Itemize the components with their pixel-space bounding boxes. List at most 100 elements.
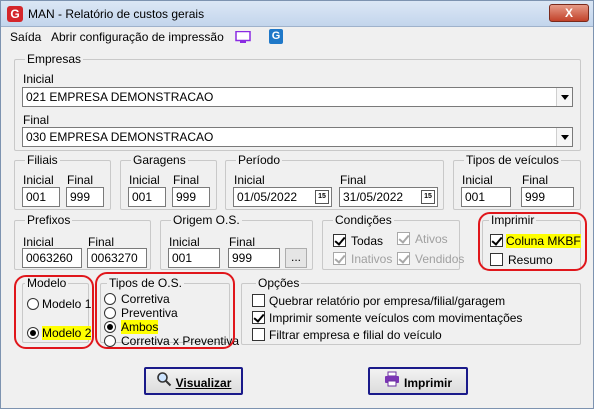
tipos-veiculos-inicial-label: Inicial xyxy=(462,173,493,187)
periodo-final-value: 31/05/2022 xyxy=(343,190,404,204)
prefixos-group: Prefixos Inicial Final 0063260 0063270 xyxy=(14,213,151,270)
inativos-label: Inativos xyxy=(351,252,393,266)
origem-lookup-button[interactable]: ... xyxy=(285,248,307,268)
modelo-legend: Modelo xyxy=(25,276,69,290)
empresas-legend: Empresas xyxy=(25,52,84,66)
periodo-inicial-label: Inicial xyxy=(234,173,265,187)
modelo2-label: Modelo 2 xyxy=(42,326,92,340)
vendidos-label: Vendidos xyxy=(415,252,465,266)
calendar-icon[interactable]: 15 xyxy=(315,190,329,204)
empresa-final-value: 030 EMPRESA DEMONSTRACAO xyxy=(26,130,214,144)
tipo-veiculo-final-input[interactable]: 999 xyxy=(521,187,574,207)
todas-checkbox[interactable] xyxy=(333,234,346,247)
periodo-inicial-value: 01/05/2022 xyxy=(237,190,298,204)
modelo-group: Modelo Modelo 1 Modelo 2 xyxy=(22,276,92,343)
resumo-checkbox[interactable] xyxy=(490,253,503,266)
close-button[interactable]: X xyxy=(549,4,589,22)
imprimir-label: Imprimir xyxy=(403,375,452,390)
todas-label: Todas xyxy=(351,234,384,248)
condicoes-legend: Condições xyxy=(333,213,394,227)
garagens-inicial-label: Inicial xyxy=(129,173,160,187)
origem-final-label: Final xyxy=(229,235,256,249)
menu-abrir-configuracao[interactable]: Abrir configuração de impressão xyxy=(51,30,224,44)
chevron-down-icon[interactable] xyxy=(556,128,572,146)
ativos-label: Ativos xyxy=(415,232,448,246)
visualizar-label: Visualizar xyxy=(175,375,232,390)
filiais-group: Filiais Inicial Final 001 999 xyxy=(14,153,111,210)
empresas-final-label: Final xyxy=(23,113,50,127)
prefixo-final-input[interactable]: 0063270 xyxy=(87,248,147,268)
inativos-checkbox[interactable] xyxy=(333,252,346,265)
corretiva-label: Corretiva xyxy=(121,292,170,306)
modelo2-radio[interactable] xyxy=(27,327,39,339)
filiais-final-label: Final xyxy=(67,173,94,187)
condicoes-group: Condições Todas Ativos Inativos Vendidos xyxy=(322,213,464,270)
garagem-inicial-input[interactable]: 001 xyxy=(128,187,166,207)
prefixos-legend: Prefixos xyxy=(25,213,73,227)
tipos-os-group: Tipos de O.S. Corretiva Preventiva Ambos… xyxy=(100,276,239,348)
empresa-inicial-select[interactable]: 021 EMPRESA DEMONSTRACAO xyxy=(22,87,573,107)
visualizar-button[interactable]: Visualizar xyxy=(144,367,243,395)
origem-inicial-label: Inicial xyxy=(169,235,200,249)
empresa-final-select[interactable]: 030 EMPRESA DEMONSTRACAO xyxy=(22,127,573,147)
tipo-veiculo-inicial-input[interactable]: 001 xyxy=(461,187,511,207)
search-icon xyxy=(156,370,172,396)
filtrar-label: Filtrar empresa e filial do veículo xyxy=(269,328,442,342)
modelo1-radio[interactable] xyxy=(27,298,39,310)
tipos-os-legend: Tipos de O.S. xyxy=(107,276,184,290)
periodo-inicial-date[interactable]: 01/05/2022 15 xyxy=(233,187,332,207)
ambos-label: Ambos xyxy=(121,320,159,334)
preventiva-label: Preventiva xyxy=(121,306,178,320)
periodo-final-date[interactable]: 31/05/2022 15 xyxy=(339,187,438,207)
periodo-final-label: Final xyxy=(340,173,367,187)
app-logo-icon: G xyxy=(7,6,23,22)
tipos-veiculos-legend: Tipos de veículos xyxy=(464,153,561,167)
opcoes-group: Opções Quebrar relatório por empresa/fil… xyxy=(241,276,581,345)
periodo-group: Período Inicial Final 01/05/2022 15 31/0… xyxy=(225,153,444,210)
origem-os-group: Origem O.S. Inicial Final 001 999 ... xyxy=(160,213,313,270)
prefixo-inicial-input[interactable]: 0063260 xyxy=(22,248,82,268)
menu-bar: Saída Abrir configuração de impressão G xyxy=(1,28,593,46)
tipos-veiculos-final-label: Final xyxy=(522,173,549,187)
coluna-mkbf-label: Coluna MKBF xyxy=(506,234,581,248)
empresas-inicial-label: Inicial xyxy=(23,72,54,86)
origem-inicial-input[interactable]: 001 xyxy=(168,248,220,268)
garagens-group: Garagens Inicial Final 001 999 xyxy=(120,153,217,210)
garagem-final-input[interactable]: 999 xyxy=(172,187,210,207)
preventiva-radio[interactable] xyxy=(104,307,116,319)
window-title: MAN - Relatório de custos gerais xyxy=(28,7,205,21)
somente-checkbox[interactable] xyxy=(252,311,265,324)
prefixos-inicial-label: Inicial xyxy=(23,235,54,249)
modelo1-label: Modelo 1 xyxy=(42,297,92,311)
garagens-final-label: Final xyxy=(173,173,200,187)
monitor-icon[interactable] xyxy=(235,31,251,43)
origem-final-input[interactable]: 999 xyxy=(228,248,280,268)
filial-final-input[interactable]: 999 xyxy=(66,187,104,207)
vendidos-checkbox[interactable] xyxy=(397,252,410,265)
ambos-radio[interactable] xyxy=(104,321,116,333)
corretiva-preventiva-radio[interactable] xyxy=(104,335,116,347)
corretiva-radio[interactable] xyxy=(104,293,116,305)
quebrar-label: Quebrar relatório por empresa/filial/gar… xyxy=(269,294,506,308)
prefixos-final-label: Final xyxy=(88,235,115,249)
chevron-down-icon[interactable] xyxy=(556,88,572,106)
filiais-legend: Filiais xyxy=(25,153,60,167)
filial-inicial-input[interactable]: 001 xyxy=(22,187,60,207)
imprimir-button[interactable]: Imprimir xyxy=(368,367,468,395)
empresas-group: Empresas Inicial 021 EMPRESA DEMONSTRACA… xyxy=(14,52,581,151)
g-app-icon[interactable]: G xyxy=(269,29,283,44)
tipos-veiculos-group: Tipos de veículos Inicial Final 001 999 xyxy=(453,153,581,210)
resumo-label: Resumo xyxy=(508,253,553,267)
menu-saida[interactable]: Saída xyxy=(10,30,41,44)
imprimir-legend: Imprimir xyxy=(489,213,537,227)
quebrar-checkbox[interactable] xyxy=(252,294,265,307)
report-window: G MAN - Relatório de custos gerais X Saí… xyxy=(0,0,594,409)
somente-label: Imprimir somente veículos com movimentaç… xyxy=(269,311,523,325)
filiais-inicial-label: Inicial xyxy=(23,173,54,187)
ativos-checkbox[interactable] xyxy=(397,232,410,245)
calendar-icon[interactable]: 15 xyxy=(421,190,435,204)
coluna-mkbf-checkbox[interactable] xyxy=(490,234,503,247)
filtrar-checkbox[interactable] xyxy=(252,328,265,341)
corretiva-preventiva-label: Corretiva x Preventiva xyxy=(121,334,240,348)
garagens-legend: Garagens xyxy=(131,153,188,167)
